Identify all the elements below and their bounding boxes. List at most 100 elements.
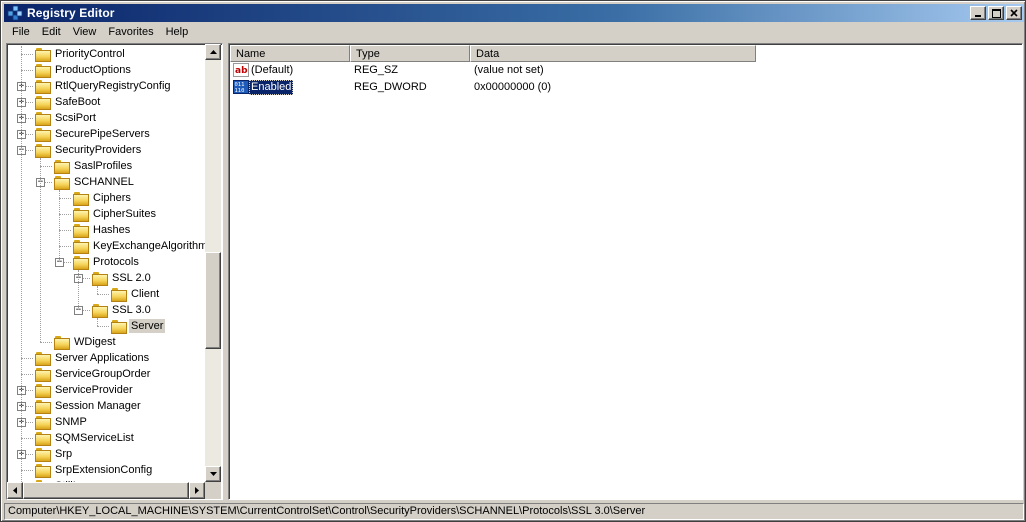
tree-item[interactable]: Server Applications bbox=[35, 350, 151, 366]
tree-item[interactable]: CipherSuites bbox=[73, 206, 158, 222]
tree-vertical-scrollbar[interactable] bbox=[205, 44, 221, 482]
tree-item-label: SecurityProviders bbox=[55, 144, 142, 156]
tree-item[interactable]: SSL 3.0 bbox=[92, 302, 153, 318]
folder-icon bbox=[35, 432, 51, 446]
arrow-left-icon bbox=[13, 487, 17, 494]
tree-horizontal-scrollbar[interactable] bbox=[7, 482, 205, 499]
tree-item-label: PriorityControl bbox=[55, 48, 125, 60]
list-header: Name Type Data bbox=[230, 45, 756, 62]
value-name: (Default) bbox=[251, 64, 294, 76]
title-bar[interactable]: Registry Editor bbox=[4, 4, 1024, 22]
folder-icon bbox=[54, 160, 70, 174]
tree-item[interactable]: Protocols bbox=[73, 254, 141, 270]
tree-scroll-thumb[interactable] bbox=[205, 252, 221, 349]
folder-icon bbox=[35, 352, 51, 366]
folder-icon bbox=[73, 192, 89, 206]
tree-item[interactable]: SNMP bbox=[35, 414, 89, 430]
tree-item[interactable]: SecurePipeServers bbox=[35, 126, 152, 142]
close-icon bbox=[1010, 9, 1018, 17]
tree-item[interactable]: WDigest bbox=[54, 334, 118, 350]
tree-guide-line bbox=[97, 286, 98, 294]
value-row[interactable]: 011 110 Enabled REG_DWORD 0x00000000 (0) bbox=[232, 79, 752, 96]
folder-icon bbox=[111, 288, 127, 302]
tree-item[interactable]: SrpExtensionConfig bbox=[35, 462, 154, 478]
registry-editor-app-icon[interactable] bbox=[7, 5, 23, 21]
column-data-header[interactable]: Data bbox=[470, 45, 756, 62]
tree-item-label: Srp bbox=[55, 448, 73, 460]
tree-item[interactable]: SafeBoot bbox=[35, 94, 102, 110]
tree-item-label: SafeBoot bbox=[55, 96, 101, 108]
tree-item-label: Hashes bbox=[93, 224, 131, 236]
tree-item[interactable]: ServiceGroupOrder bbox=[35, 366, 152, 382]
menu-help[interactable]: Help bbox=[160, 24, 195, 41]
tree-item[interactable]: SaslProfiles bbox=[54, 158, 134, 174]
tree-guide-line bbox=[97, 318, 98, 326]
menu-view[interactable]: View bbox=[67, 24, 103, 41]
value-row[interactable]: ab (Default) REG_SZ (value not set) bbox=[232, 62, 752, 79]
tree-item[interactable]: Srp bbox=[35, 446, 74, 462]
maximize-button[interactable] bbox=[988, 6, 1004, 20]
folder-icon bbox=[35, 80, 51, 94]
tree-item-label: ServiceGroupOrder bbox=[55, 368, 151, 380]
tree-item[interactable]: ProductOptions bbox=[35, 62, 133, 78]
tree-item[interactable]: SQMServiceList bbox=[35, 430, 136, 446]
svg-text:110: 110 bbox=[235, 88, 245, 94]
tree-item-label: Session Manager bbox=[55, 400, 141, 412]
tree-item[interactable]: ServiceProvider bbox=[35, 382, 135, 398]
tree-connector bbox=[21, 358, 33, 359]
minimize-button[interactable] bbox=[970, 6, 986, 20]
folder-icon bbox=[35, 448, 51, 462]
tree-item[interactable]: Hashes bbox=[73, 222, 132, 238]
scrollbar-corner bbox=[205, 482, 221, 499]
values-list-pane[interactable]: Name Type Data ab (Default) REG_SZ (valu… bbox=[228, 43, 1023, 500]
arrow-right-icon bbox=[195, 487, 199, 494]
tree-guide-line bbox=[21, 46, 22, 482]
arrow-down-icon bbox=[209, 472, 217, 476]
tree-item-label: Server bbox=[129, 319, 166, 333]
tree-item[interactable]: RtlQueryRegistryConfig bbox=[35, 78, 173, 94]
tree-connector bbox=[59, 230, 71, 231]
tree-item-label: SrpExtensionConfig bbox=[55, 464, 153, 476]
column-type-header[interactable]: Type bbox=[350, 45, 470, 62]
tree-item[interactable]: KeyExchangeAlgorithms bbox=[73, 238, 205, 254]
minimize-icon bbox=[975, 15, 981, 17]
scroll-right-button[interactable] bbox=[189, 482, 205, 499]
tree-hscroll-thumb[interactable] bbox=[23, 482, 189, 499]
menu-favorites[interactable]: Favorites bbox=[102, 24, 159, 41]
scroll-up-button[interactable] bbox=[205, 44, 221, 60]
menu-edit[interactable]: Edit bbox=[36, 24, 67, 41]
close-button[interactable] bbox=[1006, 6, 1022, 20]
tree-item-label: WDigest bbox=[74, 336, 116, 348]
scroll-down-button[interactable] bbox=[205, 466, 221, 482]
tree-connector bbox=[21, 470, 33, 471]
status-bar: Computer\HKEY_LOCAL_MACHINE\SYSTEM\Curre… bbox=[4, 503, 1024, 520]
folder-icon bbox=[73, 208, 89, 222]
key-tree-pane[interactable]: PriorityControl ProductOptions RtlQueryReg… bbox=[6, 43, 223, 500]
tree-item[interactable]: PriorityControl bbox=[35, 46, 127, 62]
tree-item[interactable]: Session Manager bbox=[35, 398, 143, 414]
tree-item[interactable]: Client bbox=[111, 286, 161, 302]
folder-icon bbox=[54, 336, 70, 350]
tree-item-label: SecurePipeServers bbox=[55, 128, 150, 140]
folder-icon bbox=[73, 256, 89, 270]
pane-splitter[interactable] bbox=[223, 43, 227, 500]
tree-item-label: ProductOptions bbox=[55, 64, 131, 76]
tree-item[interactable]: SSL 2.0 bbox=[92, 270, 153, 286]
value-data: 0x00000000 (0) bbox=[474, 81, 552, 93]
tree-item[interactable]: Server bbox=[111, 318, 166, 334]
menu-bar: File Edit View Favorites Help bbox=[4, 23, 1024, 42]
value-data: (value not set) bbox=[474, 64, 544, 76]
tree-item[interactable]: Ciphers bbox=[73, 190, 133, 206]
tree-item[interactable]: SCHANNEL bbox=[54, 174, 136, 190]
tree-guide-line bbox=[40, 158, 41, 342]
menu-file[interactable]: File bbox=[4, 24, 36, 41]
value-type: REG_SZ bbox=[354, 64, 399, 76]
tree-item-label: Client bbox=[131, 288, 160, 300]
tree-item[interactable]: ScsiPort bbox=[35, 110, 98, 126]
scroll-left-button[interactable] bbox=[7, 482, 23, 499]
tree-item-label: SaslProfiles bbox=[74, 160, 133, 172]
tree-item-label: ServiceProvider bbox=[55, 384, 133, 396]
tree-item[interactable]: SecurityProviders bbox=[35, 142, 143, 158]
folder-icon bbox=[35, 400, 51, 414]
column-name-header[interactable]: Name bbox=[230, 45, 350, 62]
